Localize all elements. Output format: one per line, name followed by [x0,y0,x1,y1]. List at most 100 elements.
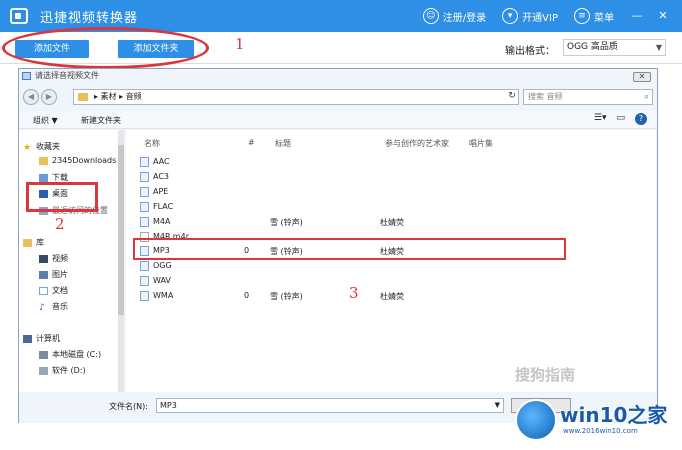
close-icon[interactable]: ✕ [656,9,670,23]
file-artist: 杜婧荧 [380,218,404,227]
nav-documents[interactable]: 文档 [39,285,68,296]
filename-label: 文件名(N): [109,402,148,411]
vip-button[interactable]: ▾ 开通VIP [502,8,558,24]
file-name: APE [153,187,169,196]
library-icon [23,238,32,247]
annotation-rect-desktop [26,182,98,212]
nav-music[interactable]: ♪ 音乐 [39,301,68,313]
audio-file-icon [140,172,149,182]
nav-disk-c-label: 本地磁盘 (C:) [52,350,102,359]
nav-videos[interactable]: 视频 [39,253,68,264]
audio-file-icon [140,291,149,301]
nav-computer[interactable]: 计算机 [23,333,60,344]
address-bar[interactable]: ▸ 素材 ▸ 音频 [73,89,519,105]
file-name: WMA [153,291,174,300]
computer-icon [23,334,32,343]
help-icon[interactable]: ? [635,113,647,125]
annotation-number-2: 2 [55,215,65,233]
file-row[interactable]: WAV [140,274,640,288]
file-number: 0 [244,291,250,300]
file-title: 雪 (铃声) [270,292,303,301]
file-row[interactable]: M4A 雪 (铃声) 杜婧荧 [140,215,640,229]
picture-icon [39,270,48,279]
audio-file-icon [140,276,149,286]
file-name: OGG [153,261,172,270]
column-album[interactable]: 唱片集 [469,138,493,149]
user-icon: ☺ [422,8,439,24]
menu-label: 菜单 [594,12,614,24]
file-list: 名称 # 标题 参与创作的艺术家 唱片集 AAC AC3 APE FLAC M4… [126,130,656,392]
download-folder-icon [39,173,48,182]
back-icon[interactable]: ◀ [23,89,39,105]
win10-watermark: win10之家 www.2016win10.com [513,393,682,450]
output-format-select[interactable]: OGG 高品质 ▼ [563,39,666,56]
nav-disk-c[interactable]: 本地磁盘 (C:) [39,349,101,360]
login-button[interactable]: ☺ 注册/登录 [422,8,486,24]
windows-logo-icon [515,399,557,441]
organize-button[interactable]: 组织 ▼ [33,115,58,126]
cart-icon: ▾ [502,8,519,24]
audio-file-icon [140,187,149,197]
app-title: 迅捷视频转换器 [40,10,139,26]
column-artist[interactable]: 参与创作的艺术家 [385,138,449,149]
scrollbar-thumb[interactable] [118,145,124,315]
file-row[interactable]: OGG [140,259,640,273]
audio-file-icon [140,157,149,167]
nav-pictures[interactable]: 图片 [39,269,68,280]
menu-button[interactable]: ≡ 菜单 [574,8,614,24]
nav-scrollbar[interactable] [118,130,124,392]
win10-url: www.2016win10.com [563,427,638,435]
star-icon: ★ [23,142,32,153]
annotation-rect-mp3 [133,238,566,260]
menu-icon: ≡ [574,8,590,24]
address-path: ▸ 素材 ▸ 音频 [94,92,142,101]
file-artist: 杜婧荧 [380,292,404,301]
sogou-watermark: 搜狗指南 [515,366,576,384]
nav-documents-label: 文档 [52,286,68,295]
nav-videos-label: 视频 [52,254,68,263]
filename-input[interactable]: MP3 ▼ [156,398,504,413]
output-format-value: OGG 高品质 [567,42,618,52]
file-row[interactable]: AC3 [140,170,640,184]
new-folder-button[interactable]: 新建文件夹 [81,115,121,126]
document-icon [39,286,48,295]
folder-icon [39,156,48,165]
nav-favorites-label: 收藏夹 [36,142,60,151]
preview-pane-icon[interactable]: ▭ [616,113,625,125]
file-row[interactable]: WMA 0 雪 (铃声) 杜婧荧 [140,289,640,303]
file-name: FLAC [153,202,174,211]
search-placeholder: 搜索 音频 [528,92,563,101]
search-icon: ⌕ [644,92,649,101]
file-name: AAC [153,157,170,166]
minimize-icon[interactable]: — [630,9,644,23]
column-number[interactable]: # [248,138,255,147]
filename-value: MP3 [160,401,177,410]
audio-file-icon [140,202,149,212]
column-name[interactable]: 名称 [144,138,160,149]
folder-icon [78,93,88,101]
forward-icon[interactable]: ▶ [41,89,57,105]
dialog-close-button[interactable]: ✕ [633,72,651,82]
audio-file-icon [140,217,149,227]
nav-disk-d-label: 软件 (D:) [52,366,86,375]
file-title: 雪 (铃声) [270,218,303,227]
nav-favorites[interactable]: ★ 收藏夹 [23,141,60,153]
view-options-icon[interactable]: ☰▾ [594,113,607,125]
win10-brand: win10之家 [560,403,668,427]
nav-libraries[interactable]: 库 [23,237,44,248]
vip-label: 开通VIP [522,12,558,24]
nav-disk-d[interactable]: 软件 (D:) [39,365,86,376]
app-logo-icon [10,8,28,24]
nav-computer-label: 计算机 [36,334,60,343]
search-input[interactable]: 搜索 音频 ⌕ [523,89,653,105]
file-row[interactable]: FLAC [140,200,640,214]
refresh-icon[interactable]: ↻ [505,89,519,105]
chevron-down-icon: ▼ [494,401,500,409]
column-title[interactable]: 标题 [275,138,291,149]
file-row[interactable]: APE [140,185,640,199]
nav-2345downloads[interactable]: 2345Downloads [39,156,116,165]
navigation-pane: ★ 收藏夹 2345Downloads 下载 桌面 最近访问的位置 库 视频 图… [19,130,124,392]
file-name: WAV [153,276,171,285]
command-bar: 组织 ▼ 新建文件夹 ☰▾ ▭ ? [19,111,657,129]
file-row[interactable]: AAC [140,155,640,169]
